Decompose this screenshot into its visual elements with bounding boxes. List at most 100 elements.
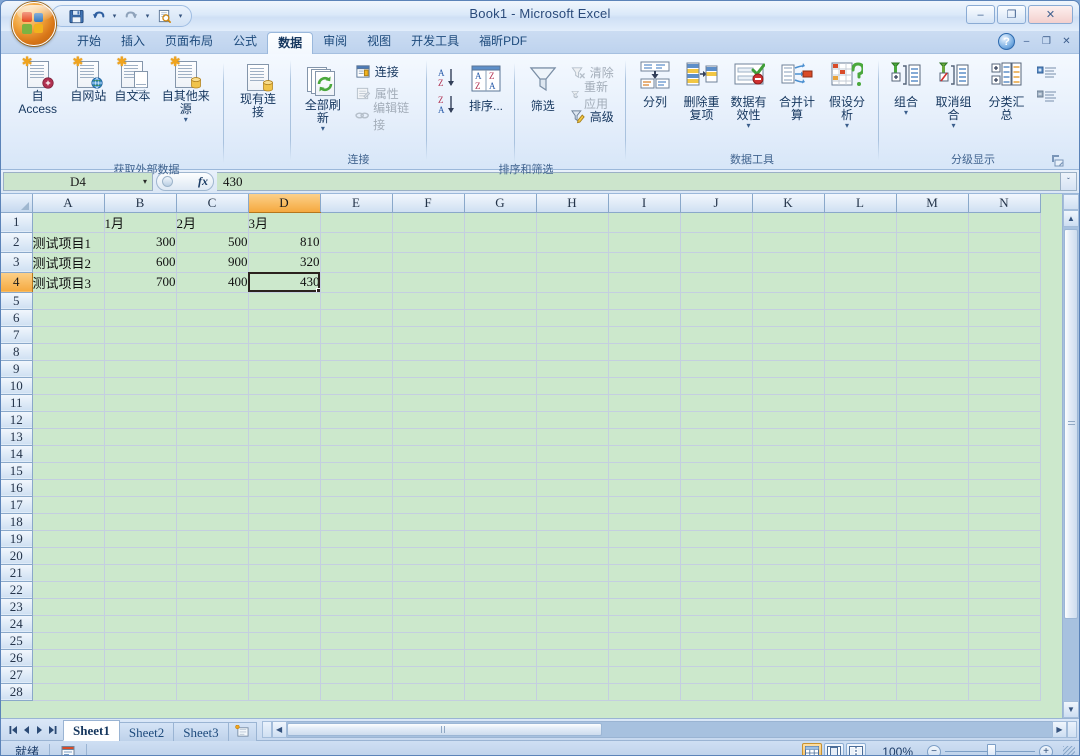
cell-J11[interactable] [680, 394, 752, 411]
cell-C28[interactable] [176, 683, 248, 700]
chevron-down-icon[interactable]: ▾ [184, 117, 188, 123]
existing-connections-button[interactable]: 现有连接 [232, 62, 284, 121]
tab-foxit-pdf[interactable]: 福昕PDF [469, 31, 537, 53]
cell-B10[interactable] [104, 377, 176, 394]
cell-I15[interactable] [608, 462, 680, 479]
cell-K26[interactable] [752, 649, 824, 666]
cell-I19[interactable] [608, 530, 680, 547]
cell-J27[interactable] [680, 666, 752, 683]
cell-B15[interactable] [104, 462, 176, 479]
cell-E27[interactable] [320, 666, 392, 683]
cell-A21[interactable] [32, 564, 104, 581]
cell-B2[interactable]: 300 [104, 232, 176, 252]
cell-J19[interactable] [680, 530, 752, 547]
cell-H6[interactable] [536, 309, 608, 326]
row-header-4[interactable]: 4 [1, 272, 32, 292]
cell-N16[interactable] [968, 479, 1040, 496]
cell-G22[interactable] [464, 581, 536, 598]
cell-C21[interactable] [176, 564, 248, 581]
column-header-k[interactable]: K [752, 194, 824, 212]
cell-I8[interactable] [608, 343, 680, 360]
cell-C10[interactable] [176, 377, 248, 394]
cell-H2[interactable] [536, 232, 608, 252]
cell-F1[interactable] [392, 212, 464, 232]
row-header-28[interactable]: 28 [1, 683, 32, 700]
cell-H1[interactable] [536, 212, 608, 232]
row-header-14[interactable]: 14 [1, 445, 32, 462]
cell-D1[interactable]: 3月 [248, 212, 320, 232]
sheet-tab-sheet2[interactable]: Sheet2 [119, 722, 174, 741]
zoom-out-button[interactable]: − [927, 745, 941, 756]
cell-F20[interactable] [392, 547, 464, 564]
cell-M21[interactable] [896, 564, 968, 581]
cell-F16[interactable] [392, 479, 464, 496]
cell-B9[interactable] [104, 360, 176, 377]
cell-E16[interactable] [320, 479, 392, 496]
cell-L1[interactable] [824, 212, 896, 232]
chevron-down-icon[interactable]: ▾ [321, 126, 325, 132]
cell-K25[interactable] [752, 632, 824, 649]
cell-A26[interactable] [32, 649, 104, 666]
cell-N20[interactable] [968, 547, 1040, 564]
cell-N28[interactable] [968, 683, 1040, 700]
row-header-17[interactable]: 17 [1, 496, 32, 513]
edit-links-button[interactable]: 编辑链接 [351, 105, 420, 126]
cell-C5[interactable] [176, 292, 248, 309]
cell-K5[interactable] [752, 292, 824, 309]
cell-D9[interactable] [248, 360, 320, 377]
cell-J17[interactable] [680, 496, 752, 513]
cell-N9[interactable] [968, 360, 1040, 377]
cell-N12[interactable] [968, 411, 1040, 428]
cell-E2[interactable] [320, 232, 392, 252]
cell-M28[interactable] [896, 683, 968, 700]
cell-F27[interactable] [392, 666, 464, 683]
cell-H18[interactable] [536, 513, 608, 530]
cell-B14[interactable] [104, 445, 176, 462]
cell-D8[interactable] [248, 343, 320, 360]
cell-D3[interactable]: 320 [248, 252, 320, 272]
cell-B19[interactable] [104, 530, 176, 547]
cell-M7[interactable] [896, 326, 968, 343]
cell-E23[interactable] [320, 598, 392, 615]
cell-I25[interactable] [608, 632, 680, 649]
cell-L10[interactable] [824, 377, 896, 394]
cell-L21[interactable] [824, 564, 896, 581]
cell-A1[interactable] [32, 212, 104, 232]
cell-K10[interactable] [752, 377, 824, 394]
cell-C26[interactable] [176, 649, 248, 666]
cell-A28[interactable] [32, 683, 104, 700]
vertical-scroll-thumb[interactable] [1064, 229, 1078, 619]
cell-J13[interactable] [680, 428, 752, 445]
cell-N18[interactable] [968, 513, 1040, 530]
cell-M4[interactable] [896, 272, 968, 292]
cell-L18[interactable] [824, 513, 896, 530]
cell-J8[interactable] [680, 343, 752, 360]
cell-F25[interactable] [392, 632, 464, 649]
cell-F5[interactable] [392, 292, 464, 309]
show-detail-button[interactable] [1033, 63, 1061, 81]
redo-icon[interactable] [121, 7, 141, 25]
cell-D16[interactable] [248, 479, 320, 496]
cell-K17[interactable] [752, 496, 824, 513]
cell-J18[interactable] [680, 513, 752, 530]
cell-C4[interactable]: 400 [176, 272, 248, 292]
cell-I27[interactable] [608, 666, 680, 683]
cell-L3[interactable] [824, 252, 896, 272]
cell-K16[interactable] [752, 479, 824, 496]
cell-C18[interactable] [176, 513, 248, 530]
cell-N17[interactable] [968, 496, 1040, 513]
cell-B1[interactable]: 1月 [104, 212, 176, 232]
resize-grip-icon[interactable] [1063, 746, 1075, 756]
cell-A11[interactable] [32, 394, 104, 411]
row-header-8[interactable]: 8 [1, 343, 32, 360]
cell-A14[interactable] [32, 445, 104, 462]
undo-dropdown-caret[interactable]: ▾ [110, 12, 119, 20]
cell-C16[interactable] [176, 479, 248, 496]
cell-J24[interactable] [680, 615, 752, 632]
cell-C25[interactable] [176, 632, 248, 649]
cell-C13[interactable] [176, 428, 248, 445]
row-header-27[interactable]: 27 [1, 666, 32, 683]
cell-M6[interactable] [896, 309, 968, 326]
cell-L24[interactable] [824, 615, 896, 632]
cell-E24[interactable] [320, 615, 392, 632]
